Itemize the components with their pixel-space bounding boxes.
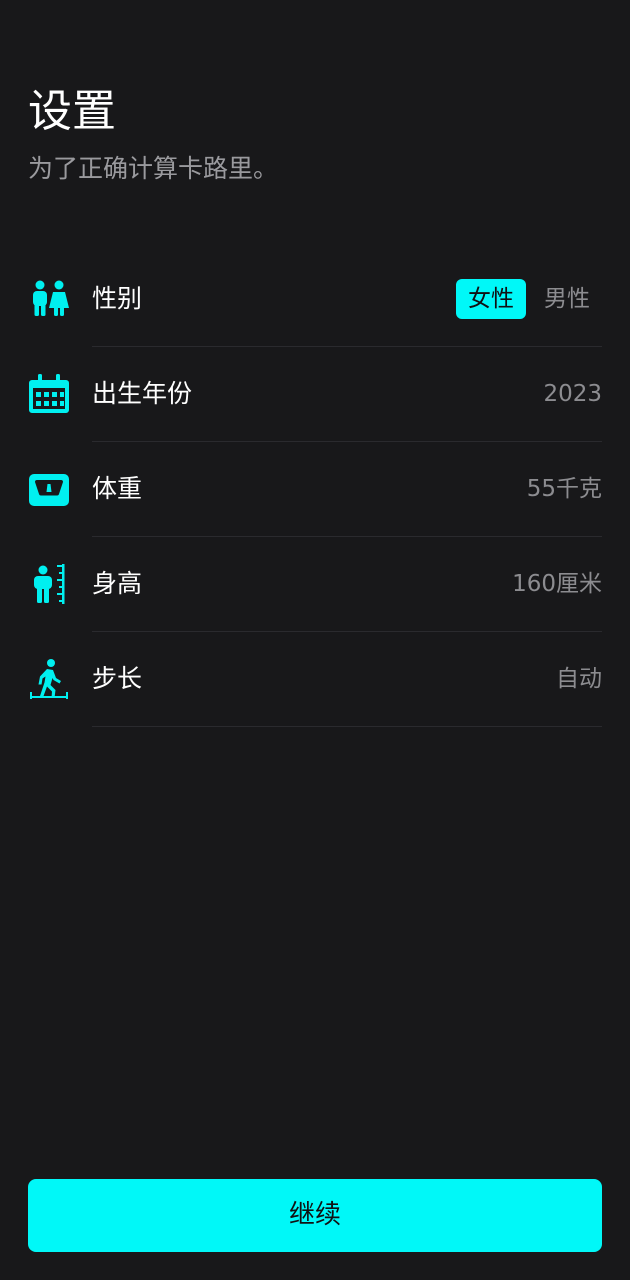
weight-label: 体重: [92, 474, 143, 503]
birth-year-value: 2023: [543, 381, 602, 407]
weight-value: 55千克: [526, 476, 602, 502]
gender-option-male[interactable]: 男性: [532, 279, 602, 319]
gender-couple-icon: [28, 278, 70, 320]
row-divider: [92, 726, 602, 727]
setting-row-height[interactable]: 身高 160厘米: [0, 537, 630, 632]
stride-label: 步长: [92, 664, 143, 693]
height-label: 身高: [92, 569, 143, 598]
calendar-icon: [28, 373, 70, 415]
stride-value: 自动: [556, 666, 602, 692]
gender-option-female[interactable]: 女性: [456, 279, 526, 319]
setting-row-stride[interactable]: 步长 自动: [0, 632, 630, 727]
page-subtitle: 为了正确计算卡路里。: [28, 154, 279, 183]
gender-label: 性别: [92, 284, 143, 313]
settings-list: 性别 女性 男性 出生年份 2023 体重 55千克 身高 160厘米 步长 自…: [0, 252, 630, 727]
settings-screen: 设置 为了正确计算卡路里。 性别 女性 男性 出生年份 2023 体重 55千克…: [0, 0, 630, 1280]
birth-year-label: 出生年份: [92, 379, 193, 408]
page-title: 设置: [28, 86, 116, 137]
height-value: 160厘米: [512, 571, 602, 597]
setting-row-gender: 性别 女性 男性: [0, 252, 630, 347]
gender-toggle: 女性 男性: [456, 278, 602, 320]
setting-row-weight[interactable]: 体重 55千克: [0, 442, 630, 537]
walking-stride-icon: [28, 658, 70, 700]
setting-row-birth-year[interactable]: 出生年份 2023: [0, 347, 630, 442]
continue-button[interactable]: 继续: [28, 1179, 602, 1252]
height-ruler-icon: [28, 563, 70, 605]
scale-icon: [28, 468, 70, 510]
